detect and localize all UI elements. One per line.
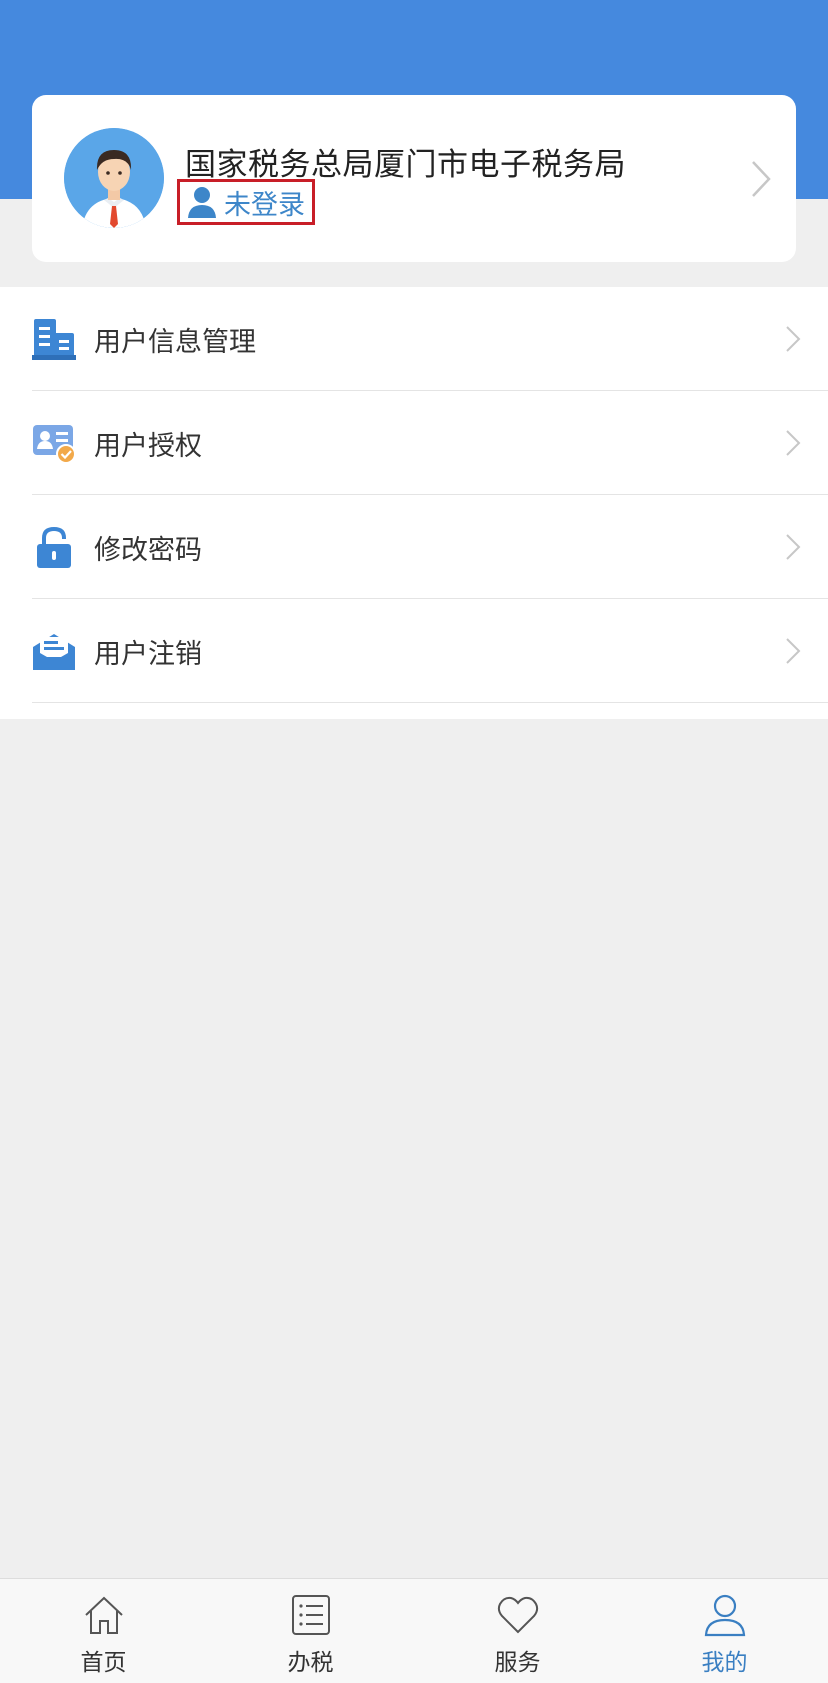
login-status-text: 未登录 [224, 189, 305, 221]
tab-label: 办税 [287, 1650, 334, 1676]
menu-item-label: 用户信息管理 [94, 326, 256, 358]
building-icon [32, 319, 76, 360]
menu-item-user-info[interactable]: 用户信息管理 [0, 287, 828, 391]
bottom-tab-bar: 首页 办税 服务 我的 [0, 1578, 828, 1683]
profile-title: 国家税务总局厦门市电子税务局 [185, 147, 626, 183]
list-icon [292, 1595, 330, 1635]
divider [32, 702, 828, 703]
chevron-right-icon [752, 161, 771, 197]
tab-home[interactable]: 首页 [0, 1579, 207, 1683]
avatar-illustration [64, 128, 164, 228]
menu-item-label: 修改密码 [94, 534, 202, 566]
lock-icon [37, 526, 71, 568]
menu-item-user-logout[interactable]: 用户注销 [0, 599, 828, 703]
tab-label: 我的 [701, 1650, 748, 1676]
login-status[interactable]: 未登录 [177, 179, 315, 225]
chevron-right-icon [786, 638, 801, 664]
chevron-right-icon [786, 326, 801, 352]
menu-item-user-authorize[interactable]: 用户授权 [0, 391, 828, 495]
menu-item-change-password[interactable]: 修改密码 [0, 495, 828, 599]
user-authorize-icon [33, 425, 76, 464]
mail-icon [33, 634, 75, 670]
heart-icon [497, 1596, 539, 1634]
avatar [64, 128, 164, 228]
person-icon [188, 187, 216, 218]
chevron-right-icon [786, 534, 801, 560]
tab-tax[interactable]: 办税 [207, 1579, 414, 1683]
home-icon [85, 1596, 123, 1634]
settings-menu: 用户信息管理 用户授权 修改密码 用户注销 [0, 287, 828, 719]
menu-item-label: 用户授权 [94, 430, 202, 462]
person-icon [704, 1594, 746, 1637]
profile-card[interactable]: 国家税务总局厦门市电子税务局 未登录 [32, 95, 796, 262]
tab-label: 服务 [494, 1650, 541, 1676]
tab-label: 首页 [80, 1650, 127, 1676]
tab-service[interactable]: 服务 [414, 1579, 621, 1683]
menu-item-label: 用户注销 [94, 638, 202, 670]
tab-mine[interactable]: 我的 [621, 1579, 828, 1683]
chevron-right-icon [786, 430, 801, 456]
